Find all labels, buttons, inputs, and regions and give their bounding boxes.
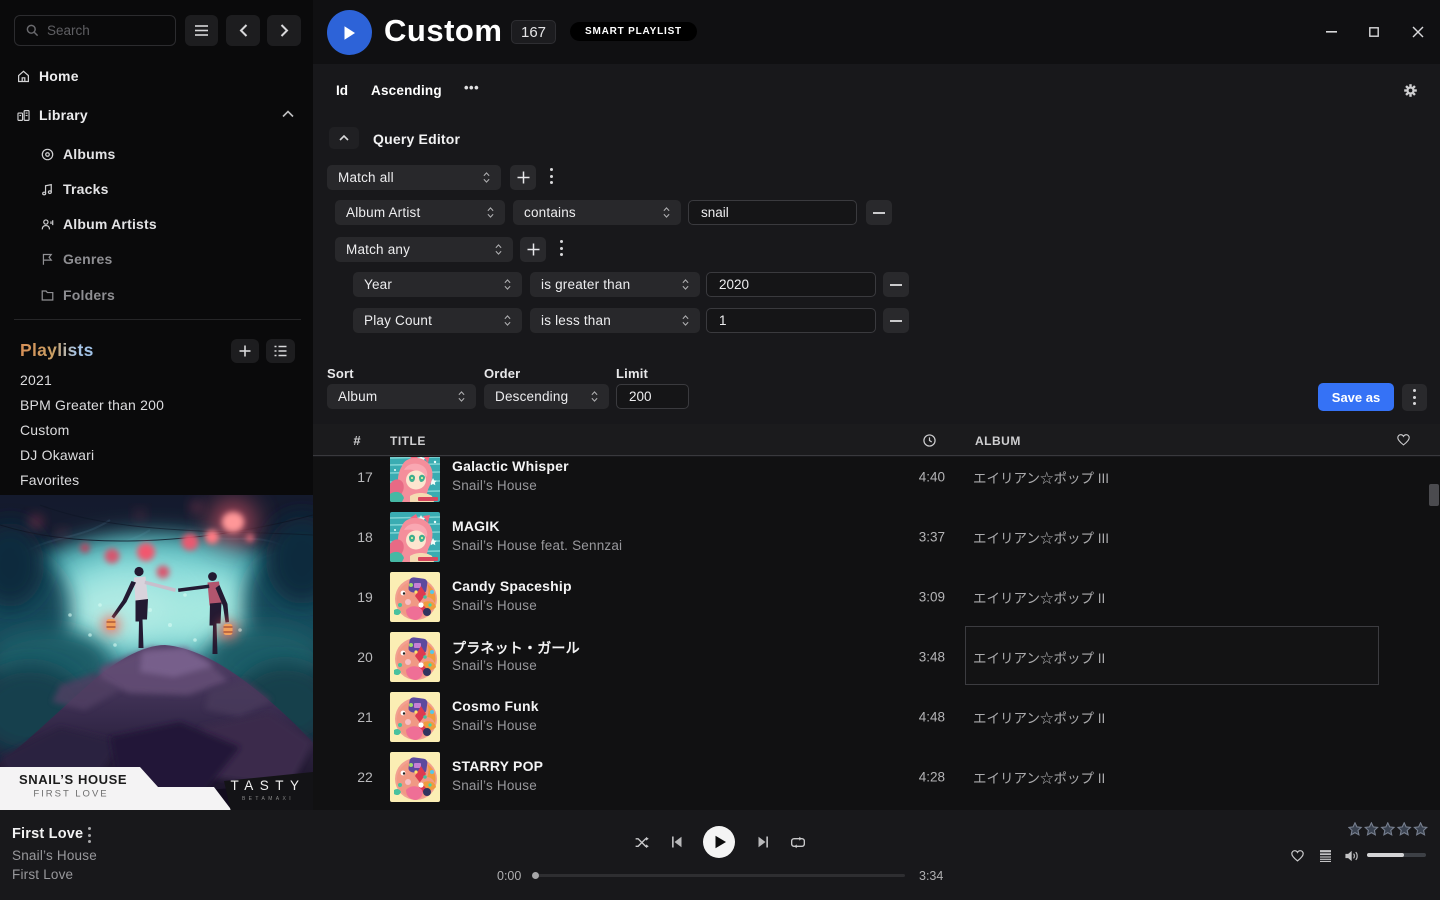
svg-text:FIRST LOVE: FIRST LOVE — [33, 789, 108, 800]
svg-text:TASTY: TASTY — [230, 778, 305, 793]
svg-text:BETAMAXI: BETAMAXI — [242, 796, 294, 802]
svg-text:SNAIL’S HOUSE: SNAIL’S HOUSE — [19, 772, 127, 787]
